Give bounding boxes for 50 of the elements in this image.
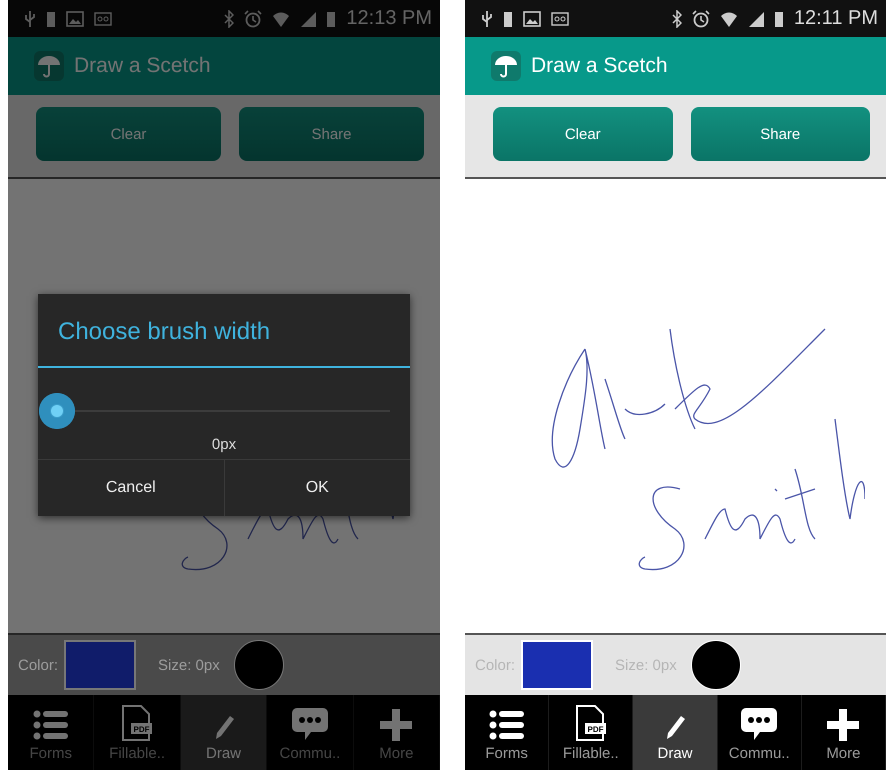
ok-button[interactable]: OK xyxy=(224,460,410,516)
wifi-icon xyxy=(272,10,290,28)
nav-tab[interactable]: Draw xyxy=(633,695,718,770)
list-icon xyxy=(32,709,69,741)
clear-button[interactable]: Clear xyxy=(36,107,221,161)
clear-button[interactable]: Clear xyxy=(493,107,672,161)
pdf-file-icon: PDF xyxy=(121,705,154,741)
nav-tab[interactable]: Forms xyxy=(465,695,550,770)
image-icon xyxy=(523,10,541,26)
signal-icon xyxy=(748,10,764,26)
nav-tab[interactable]: Draw xyxy=(180,695,268,770)
battery-icon xyxy=(774,10,784,28)
image-icon xyxy=(66,10,84,26)
voicemail-icon xyxy=(94,12,112,26)
battery-icon xyxy=(46,10,56,28)
battery-icon xyxy=(326,10,336,28)
alarm-icon xyxy=(692,10,710,28)
nav-tab[interactable]: More xyxy=(802,695,886,770)
alarm-icon xyxy=(244,10,262,28)
app-title: Draw a Scetch xyxy=(531,54,668,78)
slider-thumb[interactable] xyxy=(39,393,75,429)
voicemail-icon xyxy=(551,12,569,26)
bluetooth-icon xyxy=(224,10,234,28)
battery-icon xyxy=(503,10,513,28)
cancel-button[interactable]: Cancel xyxy=(38,460,224,516)
status-time: 12:13 PM xyxy=(346,7,432,30)
bluetooth-icon xyxy=(672,10,682,28)
plus-icon xyxy=(380,709,412,741)
share-button[interactable]: Share xyxy=(690,107,870,161)
share-button[interactable]: Share xyxy=(239,107,424,161)
nav-tab[interactable]: Commu.. xyxy=(718,695,802,770)
app-title: Draw a Scetch xyxy=(74,54,211,78)
slider-reading: 0px xyxy=(210,436,238,453)
nav-tab[interactable]: PDF Fillable.. xyxy=(94,695,181,770)
signal-icon xyxy=(300,10,316,26)
pdf-file-icon: PDF xyxy=(574,705,607,741)
status-time: 12:11 PM xyxy=(794,7,878,30)
list-icon xyxy=(488,709,525,741)
color-label: Color: xyxy=(18,656,58,674)
usb-icon xyxy=(481,10,493,28)
umbrella-icon xyxy=(491,51,521,81)
umbrella-icon xyxy=(34,51,64,81)
wifi-icon xyxy=(720,10,738,28)
size-label: Size: 0px xyxy=(158,656,220,674)
dialog-title: Choose brush width xyxy=(38,294,410,368)
usb-icon xyxy=(24,10,36,28)
chat-bubble-icon xyxy=(290,707,329,741)
chat-bubble-icon xyxy=(740,707,778,741)
plus-icon xyxy=(827,709,860,741)
color-swatch[interactable] xyxy=(64,640,136,690)
